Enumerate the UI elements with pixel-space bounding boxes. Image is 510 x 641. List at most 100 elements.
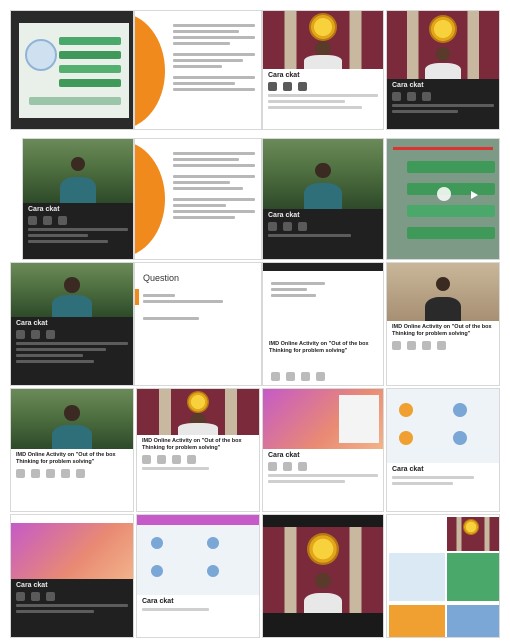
like-icon[interactable] [16,330,25,339]
dislike-icon[interactable] [31,469,40,478]
tile-r3c4-video[interactable]: IMD Online Activity on "Out of the box T… [386,262,500,386]
download-icon[interactable] [437,341,446,350]
download-icon[interactable] [187,455,196,464]
tile-r4c1-video[interactable]: IMD Online Activity on "Out of the box T… [10,388,134,512]
speaker [425,47,461,79]
emblem-logo [187,391,209,413]
slide-circle [207,565,219,577]
tile-title: IMD Online Activity on "Out of the box T… [16,452,116,465]
tile-r1c3-video[interactable]: Cara ckat [262,10,384,130]
slide-circle [453,431,467,445]
channel-name: Cara ckat [268,452,300,459]
dislike-icon[interactable] [283,462,292,471]
tile-r2c2-orange-slide[interactable] [134,138,262,260]
slide-text-lines [143,291,223,320]
slide-frame[interactable] [387,389,499,463]
like-icon[interactable] [392,341,401,350]
share-icon[interactable] [301,372,310,381]
tile-r1c4-video[interactable]: Cara ckat [386,10,500,130]
pause-icon[interactable] [437,187,451,201]
seek-bar[interactable] [393,147,493,150]
download-icon[interactable] [61,469,70,478]
like-icon[interactable] [16,469,25,478]
share-icon[interactable] [46,592,55,601]
slide-circle [25,39,57,71]
collage-slide [389,605,445,637]
tile-r3c3-chat[interactable]: IMD Online Activity on "Out of the box T… [262,262,384,386]
slide-bar [59,51,121,59]
dislike-icon[interactable] [283,222,292,231]
save-icon[interactable] [76,469,85,478]
orange-semicircle [135,141,165,257]
video-frame[interactable] [137,389,259,435]
tile-r4c2-video[interactable]: IMD Online Activity on "Out of the box T… [136,388,260,512]
share-icon[interactable] [298,462,307,471]
share-icon[interactable] [422,341,431,350]
channel-name: Cara ckat [268,212,300,219]
like-icon[interactable] [268,82,277,91]
download-icon[interactable] [316,372,325,381]
share-icon[interactable] [58,216,67,225]
dislike-icon[interactable] [283,82,292,91]
video-frame[interactable] [263,11,383,69]
tile-r5c3-video[interactable] [262,514,384,638]
speaker [303,41,343,69]
next-icon[interactable] [471,191,478,199]
tile-title: IMD Online Activity on "Out of the box T… [269,341,369,354]
video-frame[interactable] [263,139,383,209]
tile-r1c2-orange-slide[interactable] [134,10,262,130]
tile-r5c1-slide[interactable]: Cara ckat [10,514,134,638]
share-icon[interactable] [46,469,55,478]
channel-name: Cara ckat [268,72,300,79]
channel-name: Cara ckat [16,582,48,589]
dislike-icon[interactable] [43,216,52,225]
video-frame[interactable] [387,263,499,321]
slide-header-bar [137,515,259,525]
save-icon[interactable] [422,92,431,101]
like-icon[interactable] [392,92,401,101]
like-icon[interactable] [142,455,151,464]
tile-r4c3-slide[interactable]: Cara ckat [262,388,384,512]
tile-r4c4-slide[interactable]: Cara ckat [386,388,500,512]
video-frame[interactable] [387,11,499,79]
question-heading: Question [143,273,180,283]
video-frame[interactable] [11,263,133,317]
tile-r2c4-slide-player[interactable] [386,138,500,260]
dislike-icon[interactable] [407,341,416,350]
like-icon[interactable] [268,462,277,471]
tile-r3c1-video[interactable]: Cara ckat [10,262,134,386]
like-icon[interactable] [16,592,25,601]
tile-r5c2-slide[interactable]: Cara ckat [136,514,260,638]
channel-name: Cara ckat [392,466,424,473]
slide-frame[interactable] [137,525,259,595]
video-frame[interactable] [23,139,133,203]
dislike-icon[interactable] [31,592,40,601]
tile-r1c1-slide-tv[interactable] [10,10,134,130]
video-frame[interactable] [263,527,383,613]
tile-r2c1-video[interactable]: Cara ckat [22,138,134,260]
like-icon[interactable] [271,372,280,381]
dislike-icon[interactable] [31,330,40,339]
dislike-icon[interactable] [157,455,166,464]
share-icon[interactable] [172,455,181,464]
like-icon[interactable] [28,216,37,225]
video-frame[interactable] [11,389,133,449]
speaker [303,163,343,209]
video-frame[interactable] [447,517,499,551]
slide-circle [207,537,219,549]
dislike-icon[interactable] [286,372,295,381]
like-icon[interactable] [268,222,277,231]
tile-r5c4-collage[interactable] [386,514,500,638]
share-icon[interactable] [298,222,307,231]
video-info-panel: Cara ckat [137,595,259,637]
slide-frame[interactable] [11,523,133,579]
slide-bar [407,205,495,217]
tile-r2c3-video[interactable]: Cara ckat [262,138,384,260]
share-icon[interactable] [46,330,55,339]
slide-circle [399,431,413,445]
slide-frame[interactable] [263,389,383,449]
tile-r3c2-question-slide[interactable]: Question [134,262,262,386]
emblem-logo [463,519,479,535]
dislike-icon[interactable] [407,92,416,101]
share-icon[interactable] [298,82,307,91]
